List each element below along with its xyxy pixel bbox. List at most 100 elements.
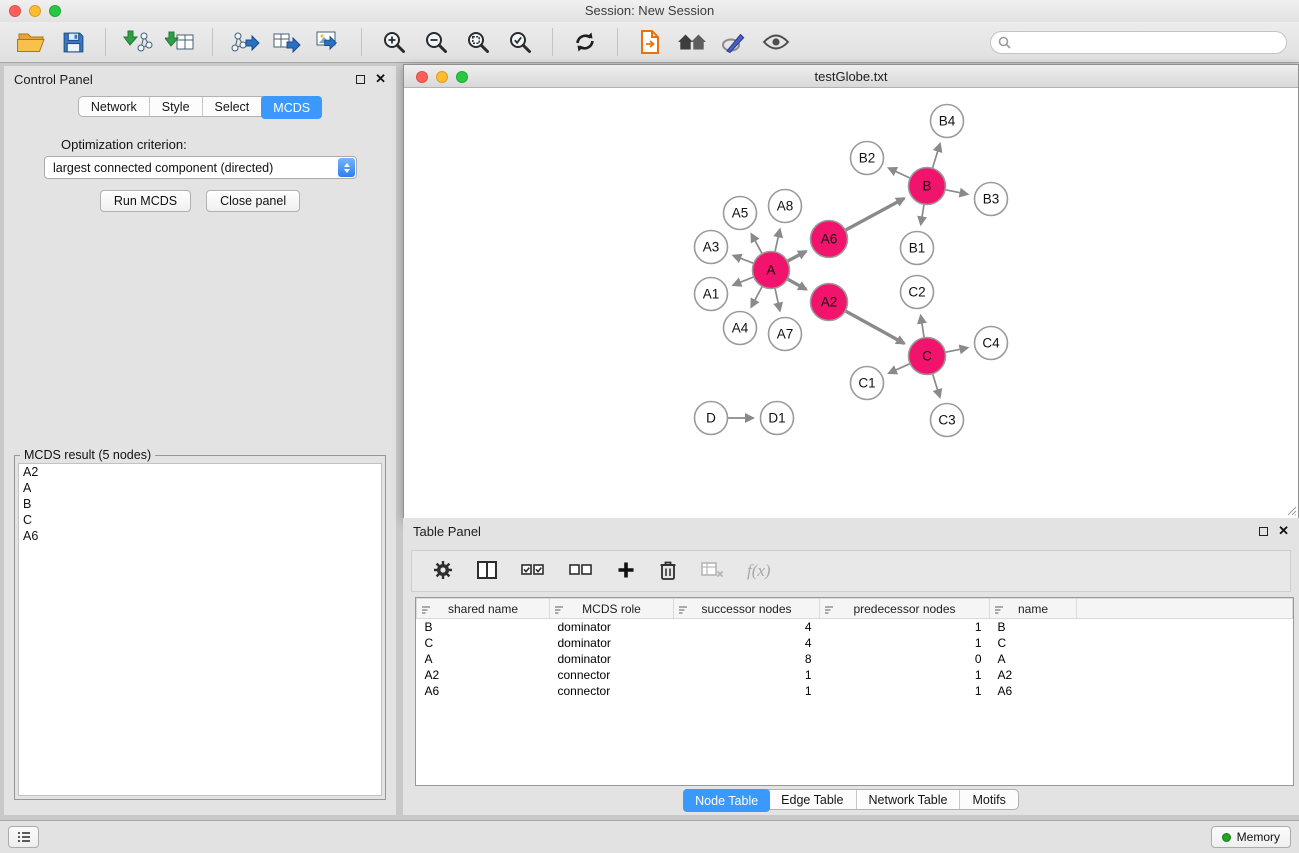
table-cell[interactable]: A6 (990, 683, 1077, 699)
zoom-fit-button[interactable] (459, 25, 497, 59)
optimization-criterion-dropdown[interactable]: largest connected component (directed) (44, 156, 357, 179)
node-B1[interactable]: B1 (901, 232, 934, 265)
function-builder-button[interactable]: f(x) (747, 561, 771, 581)
node-A5[interactable]: A5 (724, 197, 757, 230)
zoom-out-button[interactable] (417, 25, 455, 59)
node-A2[interactable]: A2 (811, 284, 848, 321)
node-C1[interactable]: C1 (851, 367, 884, 400)
table-cell[interactable]: 1 (820, 619, 990, 635)
table-cell[interactable]: C (417, 635, 550, 651)
edge-A-A4[interactable] (751, 287, 762, 307)
table-cell[interactable]: A (417, 651, 550, 667)
column-header-MCDS-role[interactable]: MCDS role (550, 599, 674, 619)
table-cell[interactable]: A2 (417, 667, 550, 683)
edge-C-C2[interactable] (921, 316, 924, 338)
table-cell[interactable]: 1 (674, 667, 820, 683)
mcds-result-item[interactable]: B (19, 496, 381, 512)
refresh-button[interactable] (566, 25, 604, 59)
edge-A6-B[interactable] (846, 198, 904, 230)
tab-select[interactable]: Select (203, 97, 263, 116)
home-button[interactable] (673, 25, 711, 59)
edge-A-A3[interactable] (733, 256, 753, 264)
node-C4[interactable]: C4 (975, 327, 1008, 360)
node-C2[interactable]: C2 (901, 276, 934, 309)
tab-style[interactable]: Style (150, 97, 203, 116)
browser-button[interactable] (631, 25, 669, 59)
export-table-button[interactable] (268, 25, 306, 59)
table-cell[interactable]: C (990, 635, 1077, 651)
table-cell[interactable]: connector (550, 683, 674, 699)
add-column-button[interactable] (616, 560, 636, 583)
tab-motifs[interactable]: Motifs (960, 790, 1017, 809)
edge-B-B1[interactable] (921, 205, 924, 225)
minimize-network-window-button[interactable] (436, 71, 448, 83)
memory-button[interactable]: Memory (1211, 826, 1291, 848)
edge-A-A6[interactable] (788, 251, 806, 261)
export-network-button[interactable] (226, 25, 264, 59)
edge-A-A8[interactable] (775, 229, 780, 251)
close-panel-button[interactable]: Close panel (206, 190, 300, 212)
edge-B-B4[interactable] (933, 144, 940, 168)
delete-table-button[interactable] (700, 561, 725, 582)
select-all-rows-button[interactable] (520, 561, 546, 582)
search-input[interactable] (990, 31, 1287, 54)
node-A7[interactable]: A7 (769, 318, 802, 351)
show-hide-button[interactable] (757, 25, 795, 59)
node-B[interactable]: B (909, 168, 946, 205)
float-table-panel-icon[interactable] (1259, 527, 1268, 536)
import-table-button[interactable] (161, 25, 199, 59)
edge-A2-C[interactable] (846, 311, 905, 343)
node-B3[interactable]: B3 (975, 183, 1008, 216)
table-row[interactable]: Bdominator41B (417, 619, 1293, 635)
node-D1[interactable]: D1 (761, 402, 794, 435)
node-A4[interactable]: A4 (724, 312, 757, 345)
mcds-result-item[interactable]: C (19, 512, 381, 528)
delete-column-button[interactable] (658, 559, 678, 584)
edge-A-A7[interactable] (775, 289, 780, 311)
table-cell[interactable]: A6 (417, 683, 550, 699)
node-A[interactable]: A (753, 252, 790, 289)
table-row[interactable]: Adominator80A (417, 651, 1293, 667)
node-C3[interactable]: C3 (931, 404, 964, 437)
tab-network[interactable]: Network (79, 97, 150, 116)
close-table-panel-icon[interactable]: ✕ (1278, 526, 1289, 536)
table-options-button[interactable] (432, 559, 454, 584)
table-cell[interactable]: connector (550, 667, 674, 683)
network-window-titlebar[interactable]: testGlobe.txt (404, 65, 1298, 88)
close-network-window-button[interactable] (416, 71, 428, 83)
edge-A-A5[interactable] (751, 234, 761, 253)
table-cell[interactable]: 1 (820, 683, 990, 699)
node-A1[interactable]: A1 (695, 278, 728, 311)
close-panel-icon[interactable]: ✕ (375, 74, 386, 84)
mcds-result-item[interactable]: A6 (19, 528, 381, 544)
table-cell[interactable]: dominator (550, 619, 674, 635)
node-A6[interactable]: A6 (811, 221, 848, 258)
zoom-window-button[interactable] (49, 5, 61, 17)
node-A3[interactable]: A3 (695, 231, 728, 264)
node-B4[interactable]: B4 (931, 105, 964, 138)
table-cell[interactable]: 1 (674, 683, 820, 699)
export-image-button[interactable] (310, 25, 348, 59)
tab-mcds[interactable]: MCDS (261, 96, 322, 119)
minimize-window-button[interactable] (29, 5, 41, 17)
table-cell[interactable]: A (990, 651, 1077, 667)
close-window-button[interactable] (9, 5, 21, 17)
table-cell[interactable]: 0 (820, 651, 990, 667)
table-cell[interactable]: 8 (674, 651, 820, 667)
edge-B-B3[interactable] (946, 190, 968, 194)
column-header-shared-name[interactable]: shared name (417, 599, 550, 619)
table-cell[interactable]: dominator (550, 651, 674, 667)
panel-toggle-button[interactable] (8, 826, 39, 848)
zoom-network-window-button[interactable] (456, 71, 468, 83)
zoom-in-button[interactable] (375, 25, 413, 59)
column-header-successor-nodes[interactable]: successor nodes (674, 599, 820, 619)
edge-C-C4[interactable] (946, 348, 968, 352)
column-header-name[interactable]: name (990, 599, 1077, 619)
mcds-result-item[interactable]: A (19, 480, 381, 496)
table-cell[interactable]: 1 (820, 635, 990, 651)
edge-C-C3[interactable] (933, 374, 940, 397)
table-cell[interactable]: B (417, 619, 550, 635)
table-cell[interactable]: dominator (550, 635, 674, 651)
import-network-button[interactable] (119, 25, 157, 59)
tab-edge-table[interactable]: Edge Table (769, 790, 856, 809)
